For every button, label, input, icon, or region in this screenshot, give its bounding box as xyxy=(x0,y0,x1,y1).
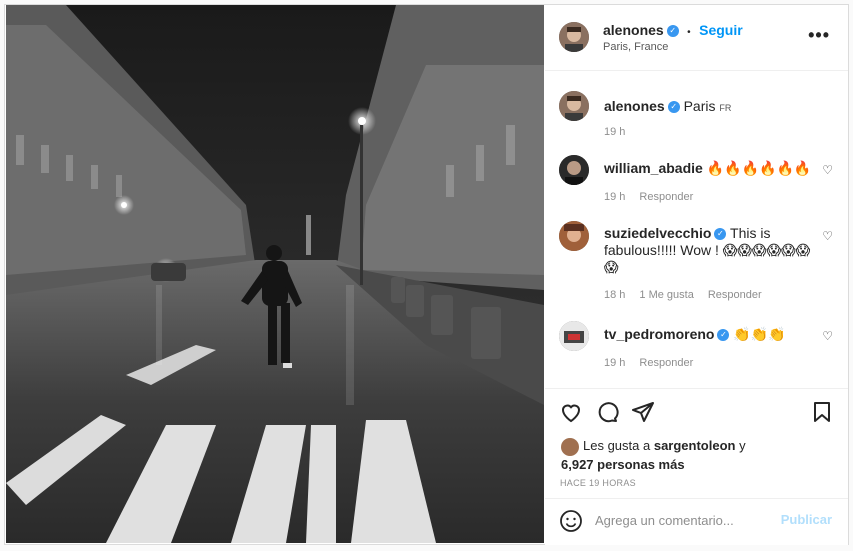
verified-badge-icon: ✓ xyxy=(717,329,730,342)
add-comment-input[interactable]: Agrega un comentario... xyxy=(595,513,734,528)
liker-username[interactable]: sargentoleon xyxy=(654,438,736,453)
like-comment-heart-icon[interactable]: ♡ xyxy=(822,163,833,177)
publish-button[interactable]: Publicar xyxy=(781,512,832,527)
verified-badge-icon: ✓ xyxy=(666,24,679,37)
post-timestamp: HACE 19 HORAS xyxy=(560,478,636,488)
more-options-icon[interactable]: ••• xyxy=(808,25,830,46)
post-side-panel: alenones ✓ • Seguir Paris, France ••• ale… xyxy=(545,5,848,545)
avatar[interactable] xyxy=(559,321,589,351)
comment-text: Paris xyxy=(683,98,716,114)
location-link[interactable]: Paris, France xyxy=(603,41,668,53)
verified-badge-icon: ✓ xyxy=(714,228,727,241)
avatar[interactable] xyxy=(559,155,589,185)
liker-avatar[interactable] xyxy=(561,437,579,456)
comment-username[interactable]: suziedelvecchio xyxy=(604,225,711,241)
avatar[interactable] xyxy=(559,91,589,121)
comment-time: 19 h xyxy=(604,357,626,369)
like-comment-heart-icon[interactable]: ♡ xyxy=(822,329,833,343)
comment-username[interactable]: tv_pedromoreno xyxy=(604,326,714,342)
emoji-smiley-icon[interactable] xyxy=(559,509,583,538)
verified-badge-icon: ✓ xyxy=(667,101,680,114)
add-comment-bar: Agrega un comentario... Publicar xyxy=(545,498,848,546)
comment-time: 19 h xyxy=(604,126,626,138)
reply-button[interactable]: Responder xyxy=(639,191,693,203)
comment-time: 19 h xyxy=(604,191,626,203)
comment-bubble-icon[interactable] xyxy=(595,400,619,429)
like-heart-icon[interactable] xyxy=(559,400,583,429)
likes-summary: Les gusta a sargentoleon y 6,927 persona… xyxy=(561,437,746,474)
comments-list: alenones ✓ Paris FR 19 h william_abadie 🔥… xyxy=(545,71,848,391)
comment-text: 👏👏👏 xyxy=(733,326,786,342)
reply-button[interactable]: Responder xyxy=(639,357,693,369)
post-actions: Les gusta a sargentoleon y 6,927 persona… xyxy=(545,388,848,499)
share-paper-plane-icon[interactable] xyxy=(631,400,655,429)
comment-time: 18 h xyxy=(604,289,626,301)
post-header: alenones ✓ • Seguir Paris, France ••• xyxy=(545,5,848,71)
comment-text: 🔥🔥🔥🔥🔥🔥 xyxy=(706,160,812,176)
comment-username[interactable]: william_abadie xyxy=(604,160,703,176)
post-photo[interactable] xyxy=(6,5,544,543)
like-comment-heart-icon[interactable]: ♡ xyxy=(822,229,833,243)
follow-button[interactable]: Seguir xyxy=(699,22,743,38)
likes-and: y xyxy=(739,438,746,453)
comment-likes[interactable]: 1 Me gusta xyxy=(639,289,693,301)
avatar[interactable] xyxy=(559,221,589,251)
country-suffix: FR xyxy=(719,103,732,113)
likes-prefix: Les gusta a xyxy=(583,438,651,453)
comment-username[interactable]: alenones xyxy=(604,98,665,114)
reply-button[interactable]: Responder xyxy=(708,289,762,301)
likes-count[interactable]: 6,927 personas más xyxy=(561,457,685,472)
author-avatar[interactable] xyxy=(559,22,589,52)
author-username[interactable]: alenones xyxy=(603,22,664,38)
save-bookmark-icon[interactable] xyxy=(810,400,834,429)
separator-dot: • xyxy=(687,27,691,38)
